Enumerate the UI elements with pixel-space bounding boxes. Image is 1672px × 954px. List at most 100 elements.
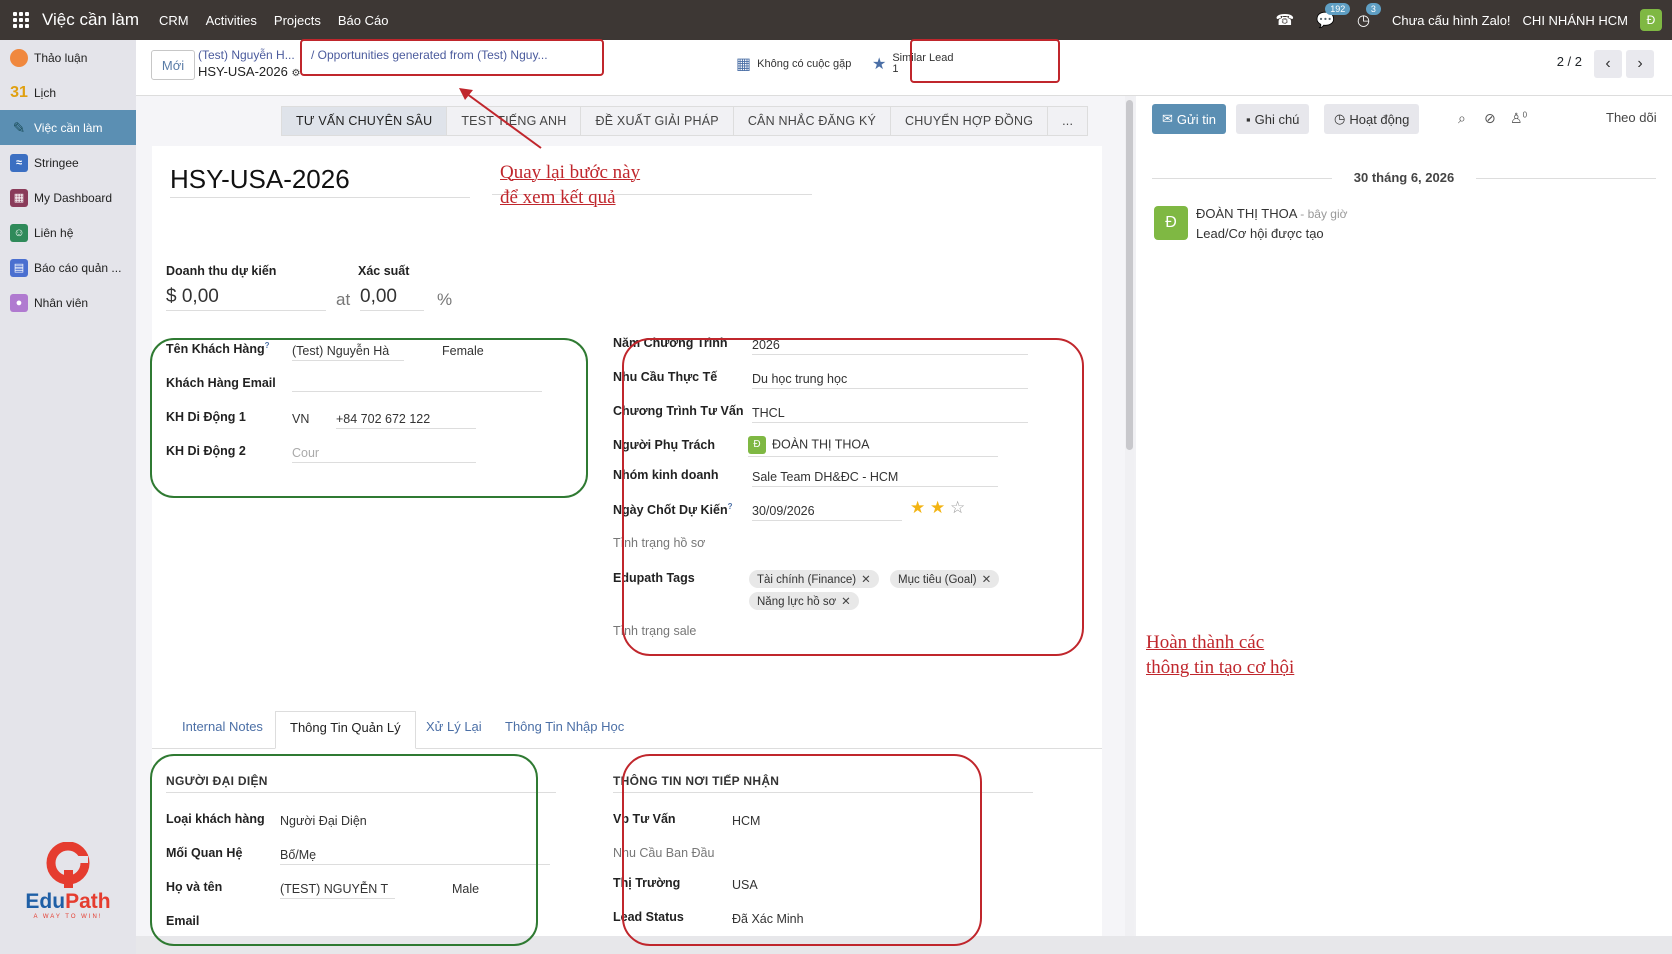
discuss-icon — [10, 48, 28, 67]
report-icon: ▤ — [10, 258, 28, 277]
sidebar: Thảo luận 31 Lịch ✎ Việc cần làm ≈ Stringee… — [0, 40, 136, 954]
customer-info-highlight-box — [150, 338, 588, 498]
message-header: ĐOÀN THỊ THOA - bây giờ — [1196, 206, 1348, 221]
probability-label: Xác suất — [358, 264, 410, 278]
logo-text-path: Path — [65, 890, 111, 913]
sidebar-item-dashboard[interactable]: ▦ My Dashboard — [0, 180, 136, 215]
probability-input[interactable]: 0,00 — [360, 286, 424, 311]
menu-crm[interactable]: CRM — [159, 13, 189, 28]
activity-clock-icon[interactable]: ◷ 3 — [1357, 3, 1381, 29]
calendar-icon: 31 — [10, 83, 28, 101]
meetings-smart-button[interactable]: ▦ Không có cuộc gặp — [736, 48, 851, 80]
employees-icon: ● — [10, 293, 28, 312]
pager-next-button[interactable]: › — [1626, 50, 1654, 78]
log-note-button[interactable]: ▪ Ghi chú — [1236, 104, 1310, 134]
revenue-label: Doanh thu dự kiến — [166, 264, 277, 278]
scroll-thumb[interactable] — [1126, 100, 1133, 450]
sidebar-item-label: Liên hệ — [34, 225, 74, 240]
sidebar-item-label: Việc cần làm — [34, 120, 103, 135]
complete-info-note-line2: thông tin tạo cơ hội — [1146, 657, 1295, 678]
attachment-icon[interactable]: ⊘ — [1484, 110, 1496, 127]
contacts-icon: ☺ — [10, 223, 28, 242]
logo-tagline: A WAY TO WIN! — [33, 914, 103, 920]
logo-text: EduPath — [20, 890, 116, 914]
sidebar-item-label: My Dashboard — [34, 190, 113, 205]
zalo-status[interactable]: Chưa cấu hình Zalo! — [1392, 13, 1511, 28]
annotation-arrow — [459, 88, 542, 149]
complete-info-note-line1: Hoàn thành các — [1146, 632, 1265, 653]
dashboard-icon: ▦ — [10, 188, 28, 207]
message-author-avatar[interactable]: Đ — [1154, 206, 1188, 240]
back-step-note-line2: để xem kết quả — [500, 187, 616, 208]
chatter-date-separator: 30 tháng 6, 2026 — [1353, 170, 1455, 185]
log-note-label: Ghi chú — [1254, 111, 1300, 127]
top-navbar: Việc cần làm CRM Activities Projects Báo… — [0, 0, 1672, 40]
sidebar-item-label: Báo cáo quản ... — [34, 260, 122, 275]
representative-highlight-box — [150, 754, 538, 946]
logo-text-edu: Edu — [25, 890, 66, 913]
record-title[interactable]: HSY-USA-2026 — [170, 164, 470, 198]
schedule-activity-button[interactable]: ◷ Hoạt động — [1324, 104, 1420, 134]
pager-value[interactable]: 2 / 2 — [1557, 54, 1582, 69]
new-button[interactable]: Mới — [151, 50, 195, 80]
stage-chuyen-hop-dong[interactable]: CHUYỂN HỢP ĐỒNG — [891, 107, 1049, 135]
breadcrumb-record: HSY-USA-2026 ⚙ — [198, 64, 300, 79]
tab-management-info[interactable]: Thông Tin Quản Lý — [275, 711, 416, 749]
tab-internal-notes[interactable]: Internal Notes — [182, 719, 263, 734]
similar-lead-highlight-box — [910, 39, 1060, 83]
stage-can-nhac-dang-ky[interactable]: CÂN NHẮC ĐĂNG KÝ — [734, 107, 892, 135]
followers-icon[interactable]: ♙0 — [1510, 110, 1527, 127]
stage-statusbar: TƯ VẤN CHUYÊN SÂU TEST TIẾNG ANH ĐỀ XUẤT… — [281, 106, 1089, 136]
breadcrumb-parent[interactable]: (Test) Nguyễn H... — [198, 48, 295, 62]
back-step-note: Quay lại bước này để xem kết quả — [500, 160, 640, 210]
pager-previous-button[interactable]: ‹ — [1594, 50, 1622, 78]
schedule-activity-label: Hoạt động — [1349, 111, 1410, 127]
revenue-input[interactable]: $ 0,00 — [166, 286, 326, 311]
tab-reprocess[interactable]: Xử Lý Lại — [426, 719, 482, 734]
branch-switcher[interactable]: CHI NHÁNH HCM — [1523, 13, 1628, 28]
percent-sign: % — [437, 290, 453, 309]
sidebar-item-contacts[interactable]: ☺ Liên hệ — [0, 215, 136, 250]
user-avatar[interactable]: Đ — [1640, 9, 1662, 31]
menu-projects[interactable]: Projects — [274, 13, 321, 28]
menu-reports[interactable]: Báo Cáo — [338, 13, 389, 28]
todo-icon: ✎ — [12, 119, 26, 137]
back-step-note-line1: Quay lại bước này — [500, 162, 641, 183]
activities-badge: 3 — [1365, 3, 1381, 15]
stage-de-xuat-giai-phap[interactable]: ĐỀ XUẤT GIẢI PHÁP — [581, 107, 734, 135]
note-icon: ▪ — [1246, 111, 1251, 127]
calendar-icon: ▦ — [736, 56, 752, 73]
sidebar-item-reports[interactable]: ▤ Báo cáo quản ... — [0, 250, 136, 285]
meetings-label: Không có cuộc gặp — [757, 58, 852, 70]
chatter-panel: ✉ Gửi tin ▪ Ghi chú ◷ Hoạt động ⌕ ⊘ ♙0 Theo… — [1136, 96, 1672, 936]
sidebar-item-label: Thảo luận — [34, 50, 88, 65]
sidebar-item-employees[interactable]: ● Nhân viên — [0, 285, 136, 320]
message-time: - bây giờ — [1300, 207, 1348, 221]
apps-menu-icon[interactable] — [0, 0, 42, 40]
stage-more-button[interactable]: ... — [1048, 107, 1087, 135]
stringee-icon: ≈ — [10, 153, 28, 172]
sidebar-item-stringee[interactable]: ≈ Stringee — [0, 145, 136, 180]
similar-lead-count: 1 — [892, 63, 899, 75]
form-scrollbar[interactable] — [1125, 96, 1134, 936]
follow-button[interactable]: Theo dõi — [1606, 110, 1657, 125]
message-author[interactable]: ĐOÀN THỊ THOA — [1196, 206, 1297, 221]
breadcrumb-record-name: HSY-USA-2026 — [198, 64, 288, 79]
sidebar-item-discuss[interactable]: Thảo luận — [0, 40, 136, 75]
notebook-tabs: Internal Notes Thông Tin Quản Lý Xử Lý L… — [152, 711, 1102, 749]
sidebar-item-label: Stringee — [34, 155, 79, 170]
envelope-icon: ✉ — [1162, 111, 1173, 126]
phone-icon[interactable]: ☎ — [1276, 11, 1295, 29]
search-icon[interactable]: ⌕ — [1458, 110, 1466, 127]
stage-tu-van-chuyen-sau[interactable]: TƯ VẤN CHUYÊN SÂU — [282, 107, 448, 135]
sidebar-item-todo[interactable]: ✎ Việc cần làm — [0, 110, 136, 145]
menu-activities[interactable]: Activities — [206, 13, 257, 28]
sidebar-item-calendar[interactable]: 31 Lịch — [0, 75, 136, 110]
sidebar-item-label: Nhân viên — [34, 295, 89, 310]
tab-enrollment-info[interactable]: Thông Tin Nhập Học — [505, 719, 624, 734]
send-message-label: Gửi tin — [1176, 111, 1216, 127]
messages-icon[interactable]: 💬 192 — [1316, 3, 1351, 29]
send-message-button[interactable]: ✉ Gửi tin — [1152, 104, 1226, 134]
breadcrumb-highlight-box — [300, 39, 604, 76]
app-title[interactable]: Việc cần làm — [42, 10, 139, 30]
